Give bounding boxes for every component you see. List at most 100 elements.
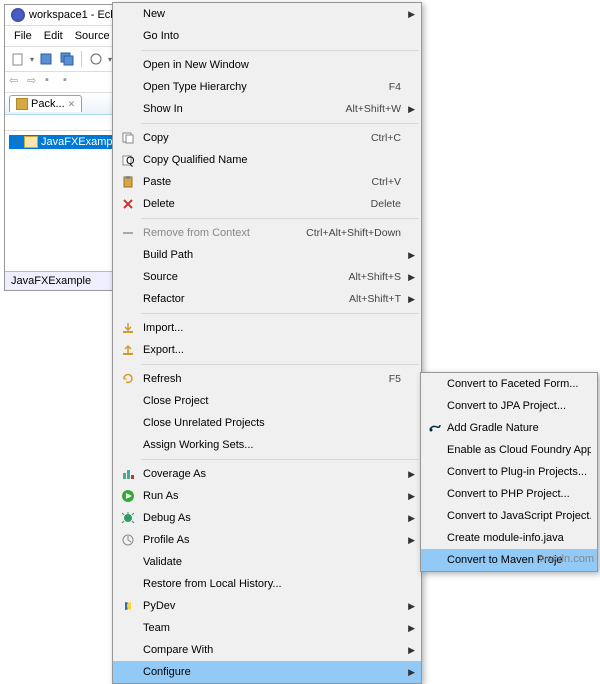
ctx-refresh[interactable]: RefreshF5 — [113, 368, 421, 390]
blank-icon — [425, 464, 445, 480]
expand-icon[interactable]: › — [11, 136, 21, 148]
ctx-close-project[interactable]: Close Project — [113, 390, 421, 412]
ctx-coverage-as[interactable]: Coverage As▶ — [113, 463, 421, 485]
submenu-arrow-icon: ▶ — [408, 272, 415, 283]
forward-button[interactable]: ⇨ — [27, 74, 43, 90]
paste-icon — [117, 174, 139, 190]
menu-item-label: Validate — [143, 556, 401, 568]
ctx-source[interactable]: SourceAlt+Shift+S▶ — [113, 266, 421, 288]
sub-convert-to-plug-in-projects-[interactable]: Convert to Plug-in Projects... — [421, 461, 597, 483]
ctx-restore-from-local-history-[interactable]: Restore from Local History... — [113, 573, 421, 595]
import-icon — [117, 320, 139, 336]
menu-source[interactable]: Source — [70, 28, 115, 44]
sub-convert-to-jpa-project-[interactable]: Convert to JPA Project... — [421, 395, 597, 417]
ctx-new[interactable]: New▶ — [113, 3, 421, 25]
accelerator: F5 — [389, 373, 401, 385]
ctx-run-as[interactable]: Run As▶ — [113, 485, 421, 507]
submenu-arrow-icon: ▶ — [408, 645, 415, 656]
menu-item-label: New — [143, 8, 401, 20]
ctx-show-in[interactable]: Show InAlt+Shift+W▶ — [113, 98, 421, 120]
menu-item-label: Debug As — [143, 512, 401, 524]
blank-icon — [425, 508, 445, 524]
menu-item-label: Go Into — [143, 30, 401, 42]
ctx-assign-working-sets-[interactable]: Assign Working Sets... — [113, 434, 421, 456]
bottom-tab-label: JavaFXExample — [11, 275, 91, 287]
back-button[interactable]: ⇦ — [9, 74, 25, 90]
export-icon — [117, 342, 139, 358]
menu-item-label: Refresh — [143, 373, 389, 385]
accelerator: Ctrl+Alt+Shift+Down — [306, 227, 401, 239]
menu-item-label: Export... — [143, 344, 401, 356]
ctx-go-into[interactable]: Go Into — [113, 25, 421, 47]
ctx-open-in-new-window[interactable]: Open in New Window — [113, 54, 421, 76]
menu-item-label: Run As — [143, 490, 401, 502]
blank-icon — [117, 6, 139, 22]
submenu-item-label: Convert to Plug-in Projects... — [447, 466, 591, 478]
ctx-copy[interactable]: CopyCtrl+C — [113, 127, 421, 149]
ctx-build-path[interactable]: Build Path▶ — [113, 244, 421, 266]
blank-icon — [117, 291, 139, 307]
ctx-configure[interactable]: Configure▶ — [113, 661, 421, 683]
context-menu: New▶Go IntoOpen in New WindowOpen Type H… — [112, 2, 422, 684]
accelerator: Ctrl+V — [372, 176, 401, 188]
sub-convert-to-javascript-project-[interactable]: Convert to JavaScript Project... — [421, 505, 597, 527]
ctx-close-unrelated-projects[interactable]: Close Unrelated Projects — [113, 412, 421, 434]
blank-icon — [117, 247, 139, 263]
pydev-icon — [117, 598, 139, 614]
sub-convert-to-php-project-[interactable]: Convert to PHP Project... — [421, 483, 597, 505]
sub-create-module-info-java[interactable]: Create module-info.java — [421, 527, 597, 549]
new-button[interactable] — [9, 50, 27, 68]
tab-label: Pack... — [31, 98, 65, 110]
home-button[interactable]: ▪ — [63, 74, 79, 90]
ctx-pydev[interactable]: PyDev▶ — [113, 595, 421, 617]
blank-icon — [117, 576, 139, 592]
ctx-refactor[interactable]: RefactorAlt+Shift+T▶ — [113, 288, 421, 310]
ctx-export-[interactable]: Export... — [113, 339, 421, 361]
menu-item-label: Copy — [143, 132, 371, 144]
blank-icon — [117, 554, 139, 570]
save-all-button[interactable] — [58, 50, 76, 68]
accelerator: F4 — [389, 81, 401, 93]
accelerator: Ctrl+C — [371, 132, 401, 144]
blank-icon — [117, 642, 139, 658]
ctx-remove-from-context[interactable]: Remove from ContextCtrl+Alt+Shift+Down — [113, 222, 421, 244]
sub-add-gradle-nature[interactable]: Add Gradle Nature — [421, 417, 597, 439]
submenu-item-label: Convert to JavaScript Project... — [447, 510, 591, 522]
blank-icon — [425, 486, 445, 502]
perspective-button[interactable] — [87, 50, 105, 68]
blank-icon — [117, 101, 139, 117]
close-icon[interactable]: ✕ — [68, 99, 76, 110]
ctx-validate[interactable]: Validate — [113, 551, 421, 573]
ctx-team[interactable]: Team▶ — [113, 617, 421, 639]
ctx-copy-qualified-name[interactable]: Q Copy Qualified Name — [113, 149, 421, 171]
blank-icon — [425, 530, 445, 546]
blank-icon — [425, 442, 445, 458]
remove-icon — [117, 225, 139, 241]
ctx-paste[interactable]: PasteCtrl+V — [113, 171, 421, 193]
menu-item-label: Refactor — [143, 293, 349, 305]
blank-icon — [117, 415, 139, 431]
package-explorer-tab[interactable]: Pack... ✕ — [9, 95, 82, 112]
menu-item-label: Copy Qualified Name — [143, 154, 401, 166]
submenu-arrow-icon: ▶ — [408, 469, 415, 480]
up-button[interactable]: ▪ — [45, 74, 61, 90]
blank-icon — [117, 664, 139, 680]
ctx-open-type-hierarchy[interactable]: Open Type HierarchyF4 — [113, 76, 421, 98]
menu-file[interactable]: File — [9, 28, 37, 44]
save-button[interactable] — [37, 50, 55, 68]
menu-item-label: Show In — [143, 103, 346, 115]
ctx-profile-as[interactable]: Profile As▶ — [113, 529, 421, 551]
eclipse-icon — [11, 8, 25, 22]
blank-icon — [117, 79, 139, 95]
menu-edit[interactable]: Edit — [39, 28, 68, 44]
ctx-debug-as[interactable]: Debug As▶ — [113, 507, 421, 529]
menu-item-label: Configure — [143, 666, 401, 678]
ctx-delete[interactable]: DeleteDelete — [113, 193, 421, 215]
sub-enable-as-cloud-foundry-app[interactable]: Enable as Cloud Foundry App — [421, 439, 597, 461]
sub-convert-to-faceted-form-[interactable]: Convert to Faceted Form... — [421, 373, 597, 395]
ctx-compare-with[interactable]: Compare With▶ — [113, 639, 421, 661]
svg-text:Q: Q — [126, 155, 135, 167]
blank-icon — [425, 398, 445, 414]
ctx-import-[interactable]: Import... — [113, 317, 421, 339]
submenu-arrow-icon: ▶ — [408, 104, 415, 115]
